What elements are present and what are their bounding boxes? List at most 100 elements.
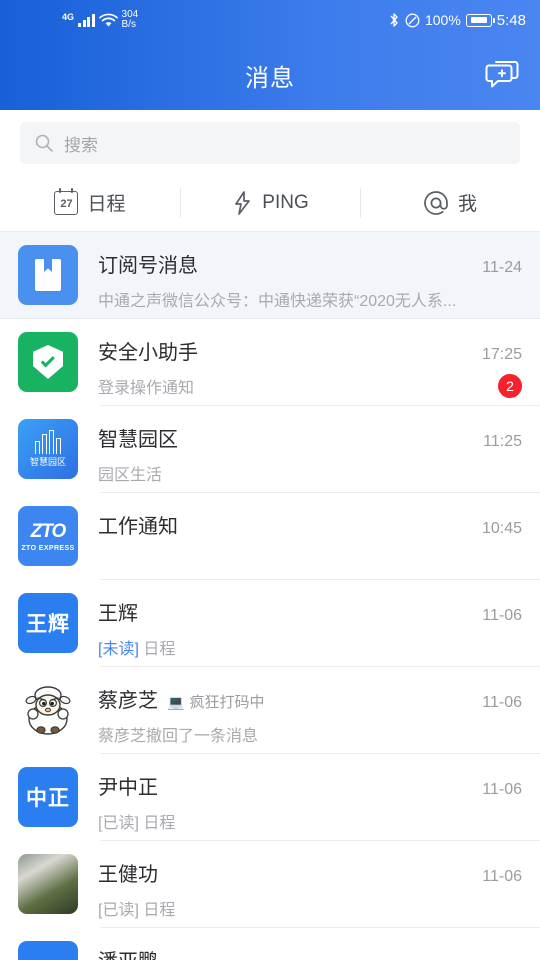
- laptop-status-icon: 💻: [167, 694, 185, 710]
- zto-express-logo: ZTO ZTO EXPRESS: [18, 506, 78, 566]
- row-content: 王辉 11-06 [未读] 日程: [98, 597, 540, 659]
- conversation-time: 11:25: [483, 433, 522, 450]
- conversation-name: 安全小助手: [98, 342, 198, 364]
- search-section: 搜索: [0, 110, 540, 174]
- read-state-tag: [已读]: [98, 902, 139, 919]
- quick-tab-bar: 27 日程 PING 我: [0, 174, 540, 232]
- calendar-icon-day: 27: [60, 198, 73, 210]
- conversation-time: 11-06: [482, 694, 522, 711]
- new-chat-button[interactable]: [480, 53, 524, 97]
- row-header: 智慧园区 11:25: [98, 423, 522, 452]
- tab-me[interactable]: 我: [360, 186, 540, 220]
- table-row[interactable]: ZTO ZTO EXPRESS 工作通知 10:45: [0, 493, 540, 580]
- network-speed-indicator: 304 B/s: [122, 10, 139, 30]
- row-header: 王辉 11-06: [98, 597, 522, 626]
- network-type-label: 4G: [62, 12, 75, 22]
- conversation-time: 11-06: [482, 868, 522, 885]
- wifi-icon: [98, 13, 118, 26]
- conversation-preview: 园区生活: [98, 467, 163, 484]
- avatar-initials: 中正: [26, 787, 70, 810]
- search-placeholder: 搜索: [64, 135, 98, 155]
- initials-avatar-wanghui: 王辉: [18, 593, 78, 653]
- conversation-name: 王健功: [98, 864, 158, 886]
- conversation-time: 17:25: [481, 346, 522, 363]
- green-shield-check-icon: [18, 332, 78, 392]
- conversation-name: 蔡彦芝: [98, 690, 158, 712]
- conversation-name: 订阅号消息: [98, 255, 198, 277]
- row-content: 潘亚鹏: [98, 945, 540, 960]
- row-content: 订阅号消息 11-24 中通之声微信公众号：中通快递荣获“2020无人系...: [98, 249, 540, 311]
- initials-avatar-yinzhongzheng: 中正: [18, 767, 78, 827]
- app-bar: 消息: [0, 40, 540, 110]
- tab-schedule[interactable]: 27 日程: [0, 186, 180, 220]
- page-title: 消息: [245, 64, 295, 92]
- calendar-icon: 27: [54, 187, 79, 215]
- conversation-preview: 日程: [143, 902, 176, 919]
- table-row[interactable]: 订阅号消息 11-24 中通之声微信公众号：中通快递荣获“2020无人系...: [0, 232, 540, 319]
- row-content: 蔡彦芝 💻 疯狂打码中 11-06 蔡彦芝撤回了一条消息: [98, 684, 540, 746]
- row-header: 潘亚鹏: [98, 945, 522, 960]
- table-row[interactable]: 蔡彦芝 💻 疯狂打码中 11-06 蔡彦芝撤回了一条消息: [0, 667, 540, 754]
- conversation-name: 尹中正: [98, 777, 158, 799]
- row-header: 蔡彦芝 💻 疯狂打码中 11-06: [98, 684, 522, 713]
- row-subheader: 蔡彦芝撤回了一条消息: [98, 722, 522, 746]
- status-bar: 4G 304 B/s 100% 5:48: [0, 0, 540, 40]
- clock-label: 5:48: [496, 11, 526, 29]
- tab-ping[interactable]: PING: [180, 186, 360, 220]
- battery-icon: [465, 13, 495, 27]
- conversation-time: 11-24: [482, 259, 522, 276]
- conversation-name: 工作通知: [98, 516, 178, 538]
- user-status-text: 疯狂打码中: [189, 694, 265, 711]
- tab-ping-label: PING: [262, 191, 309, 213]
- initials-avatar-blue: [18, 941, 78, 960]
- row-subheader: 中通之声微信公众号：中通快递荣获“2020无人系...: [98, 287, 522, 311]
- conversation-name: 潘亚鹏: [98, 945, 158, 960]
- row-subheader: [未读] 日程: [98, 635, 522, 659]
- battery-percent-label: 100%: [424, 12, 461, 28]
- conversation-time: 10:45: [481, 520, 522, 537]
- signal-strength-icon: [78, 13, 95, 27]
- status-bar-right: 100% 5:48: [388, 12, 526, 29]
- smart-park-building-icon: 智慧园区: [18, 419, 78, 479]
- sheep-cartoon-avatar: [18, 680, 78, 740]
- network-speed-unit: B/s: [121, 19, 136, 30]
- read-state-tag: [未读]: [98, 641, 139, 658]
- do-not-disturb-icon: [405, 13, 420, 27]
- subscription-bookmark-icon: [18, 245, 78, 305]
- search-icon: [35, 134, 53, 152]
- table-row[interactable]: 中正 尹中正 11-06 [已读] 日程: [0, 754, 540, 841]
- table-row[interactable]: 王健功 11-06 [已读] 日程: [0, 841, 540, 928]
- row-content: 安全小助手 17:25 登录操作通知 2: [98, 336, 540, 398]
- conversation-name: 王辉: [98, 603, 138, 625]
- new-chat-icon: [485, 61, 519, 88]
- row-header: 安全小助手 17:25: [98, 336, 522, 365]
- row-header: 尹中正 11-06: [98, 771, 522, 800]
- conversation-time: 11-06: [482, 781, 522, 798]
- row-header: 订阅号消息 11-24: [98, 249, 522, 278]
- row-subheader: [已读] 日程: [98, 809, 522, 833]
- row-header: 工作通知 10:45: [98, 510, 522, 539]
- tab-schedule-label: 日程: [87, 194, 126, 215]
- row-header: 王健功 11-06: [98, 858, 522, 887]
- search-input[interactable]: 搜索: [20, 122, 520, 164]
- conversation-time: 11-06: [482, 607, 522, 624]
- table-row[interactable]: 安全小助手 17:25 登录操作通知 2: [0, 319, 540, 406]
- row-subheader: [已读] 日程: [98, 896, 522, 920]
- conversation-preview: 蔡彦芝撤回了一条消息: [98, 728, 259, 745]
- conversation-list: 订阅号消息 11-24 中通之声微信公众号：中通快递荣获“2020无人系... …: [0, 232, 540, 960]
- unread-badge: 2: [498, 374, 522, 398]
- tab-me-label: 我: [457, 194, 477, 215]
- row-content: 尹中正 11-06 [已读] 日程: [98, 771, 540, 833]
- table-row[interactable]: 潘亚鹏: [0, 928, 540, 960]
- row-content: 工作通知 10:45: [98, 510, 540, 548]
- lightning-bolt-icon: [235, 190, 251, 215]
- status-bar-left: 4G 304 B/s: [62, 10, 138, 30]
- row-content: 王健功 11-06 [已读] 日程: [98, 858, 540, 920]
- conversation-preview: 日程: [143, 641, 176, 658]
- table-row[interactable]: 王辉 王辉 11-06 [未读] 日程: [0, 580, 540, 667]
- conversation-preview: 中通之声微信公众号：中通快递荣获“2020无人系...: [98, 293, 457, 310]
- table-row[interactable]: 智慧园区 智慧园区 11:25 园区生活: [0, 406, 540, 493]
- conversation-preview: 登录操作通知: [98, 380, 195, 397]
- photo-avatar-waterfall: [18, 854, 78, 914]
- read-state-tag: [已读]: [98, 815, 139, 832]
